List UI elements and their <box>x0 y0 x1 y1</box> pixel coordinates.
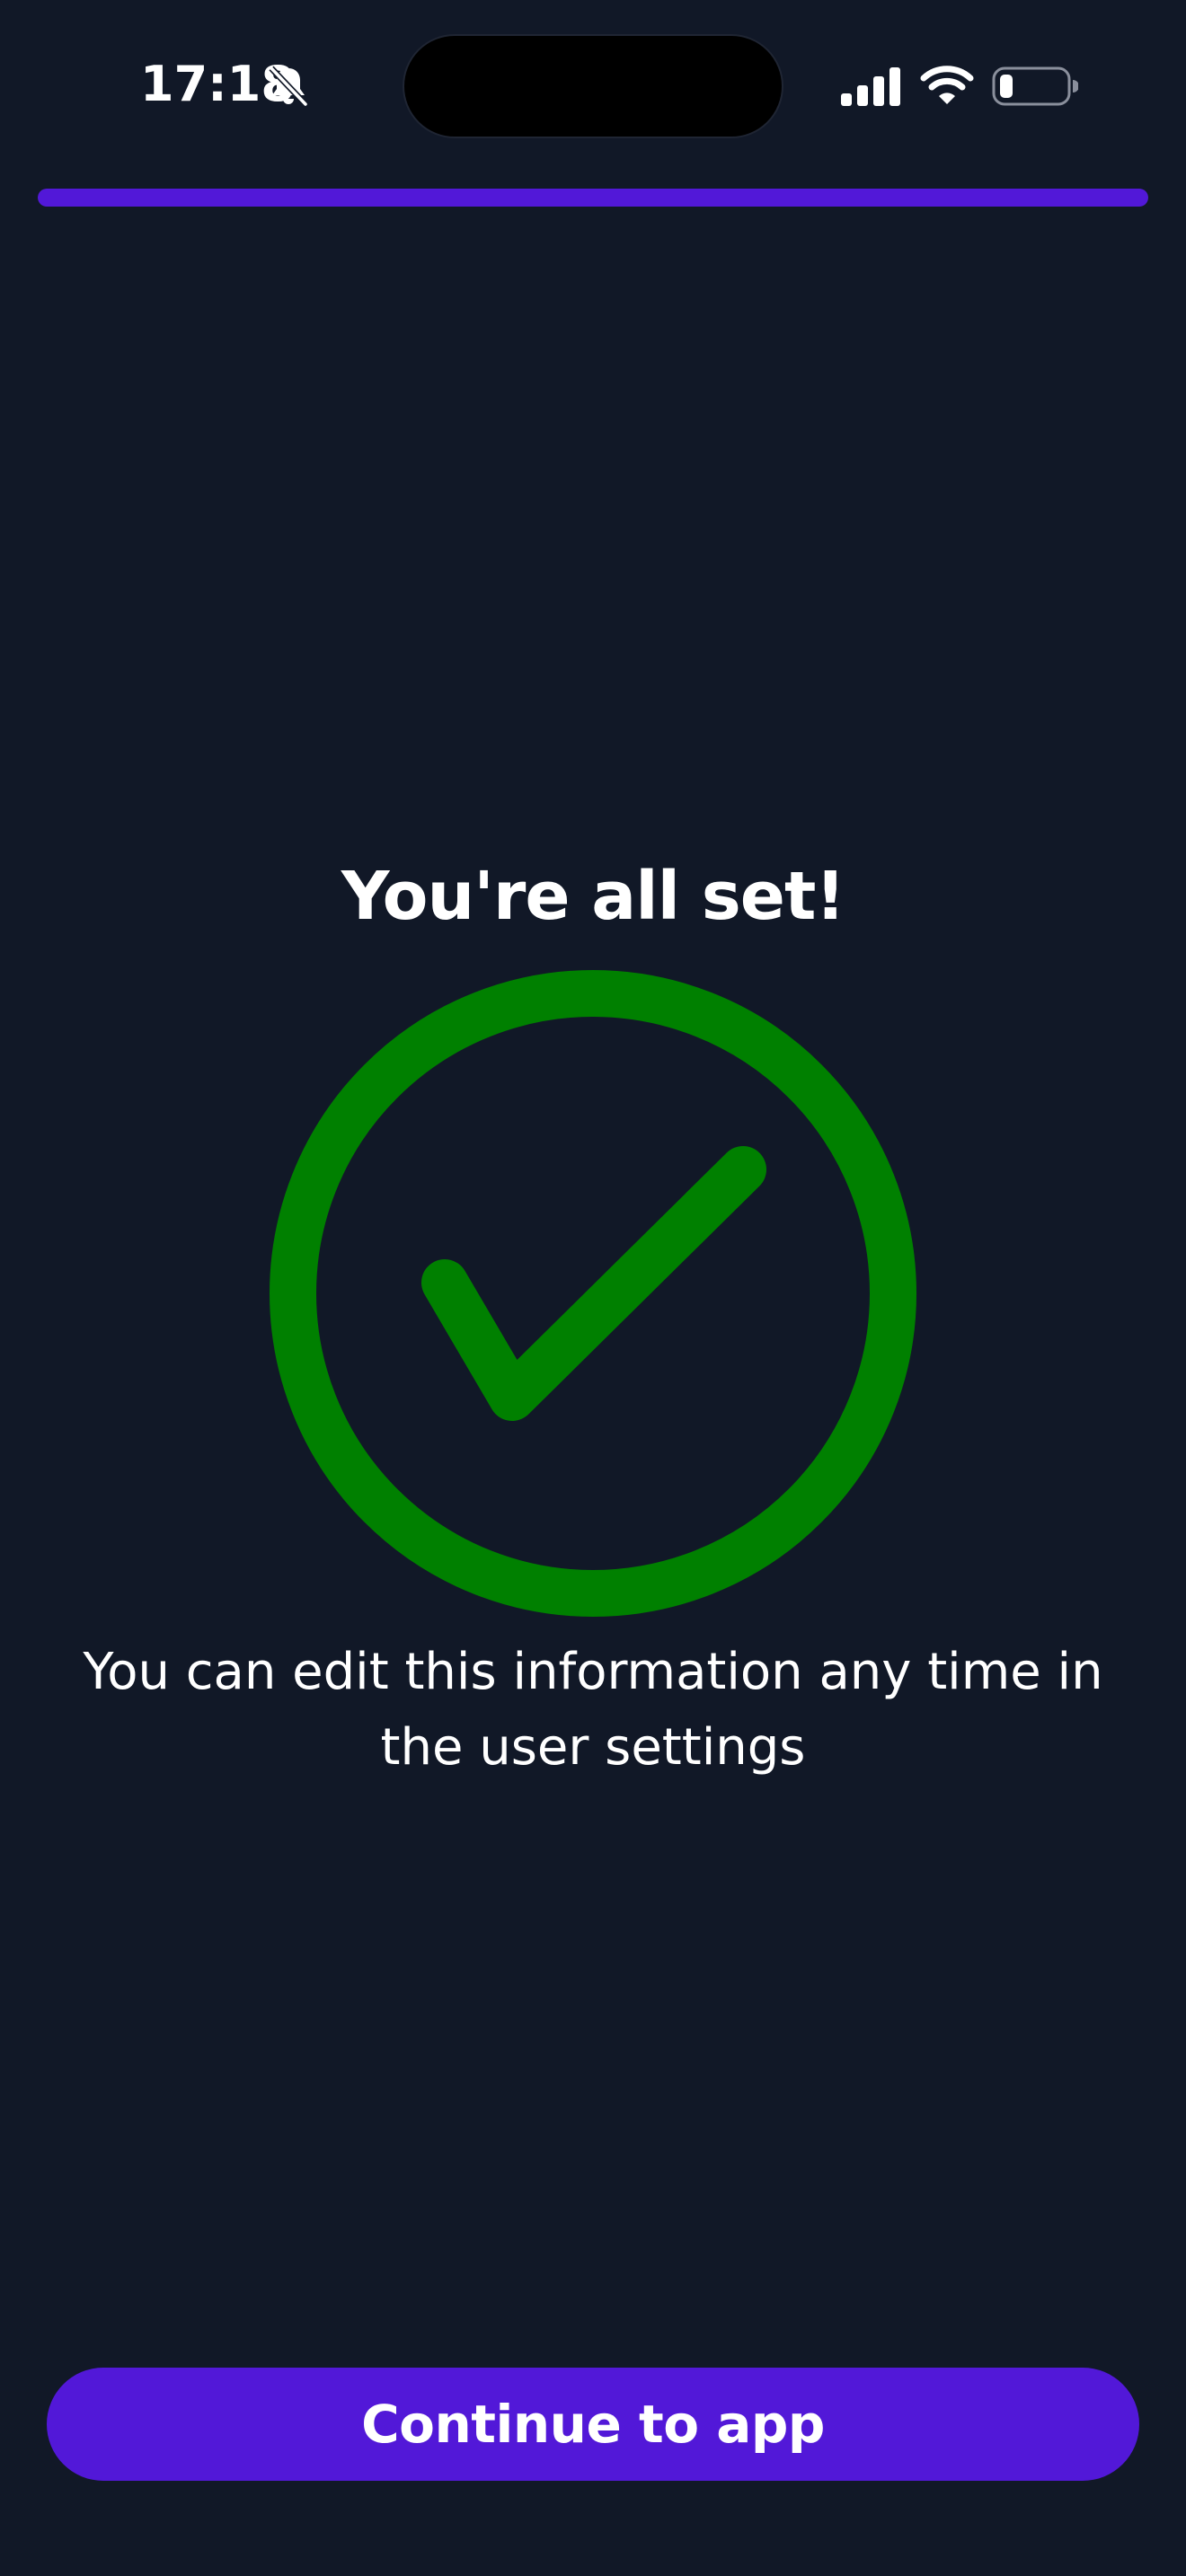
continue-to-app-button[interactable]: Continue to app <box>47 2368 1139 2481</box>
dynamic-island <box>403 34 783 138</box>
battery-icon <box>992 66 1078 106</box>
onboarding-progress-bar <box>38 189 1148 207</box>
wifi-icon <box>920 66 974 104</box>
check-circle-icon <box>270 970 916 1617</box>
progress-bar-fill <box>38 189 1148 207</box>
bell-slash-icon <box>269 66 308 107</box>
status-bar: 17:18 <box>0 0 1186 180</box>
page-title: You're all set! <box>341 858 845 935</box>
cellular-signal-icon <box>841 67 900 106</box>
info-message: You can edit this information any time i… <box>83 1643 1103 1777</box>
